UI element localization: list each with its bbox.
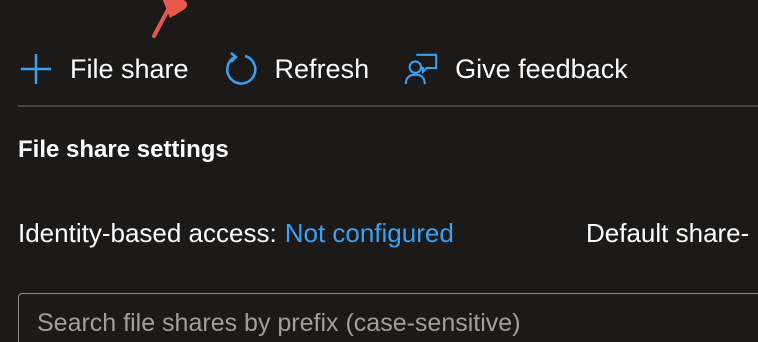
toolbar-divider (18, 105, 758, 107)
give-feedback-button[interactable]: Give feedback (403, 51, 628, 87)
identity-access-setting: Identity-based access: Not configured (18, 218, 454, 249)
add-file-share-label: File share (70, 53, 189, 84)
identity-access-label: Identity-based access: (18, 218, 277, 248)
arrow-pointer-icon (152, 0, 188, 38)
identity-access-link[interactable]: Not configured (285, 218, 454, 248)
section-title: File share settings (18, 136, 229, 163)
command-bar: File share Refresh Give feedback (18, 44, 662, 94)
default-share-setting-label: Default share- (586, 218, 750, 248)
add-file-share-button[interactable]: File share (18, 51, 189, 87)
give-feedback-label: Give feedback (455, 53, 628, 84)
plus-icon (18, 51, 54, 87)
feedback-icon (403, 51, 439, 87)
refresh-icon (223, 51, 259, 87)
refresh-button[interactable]: Refresh (223, 51, 370, 87)
refresh-label: Refresh (274, 53, 370, 84)
search-box (18, 293, 758, 342)
storage-file-shares-page: File share Refresh Give feedback File sh… (0, 0, 758, 342)
search-input[interactable] (37, 308, 758, 338)
